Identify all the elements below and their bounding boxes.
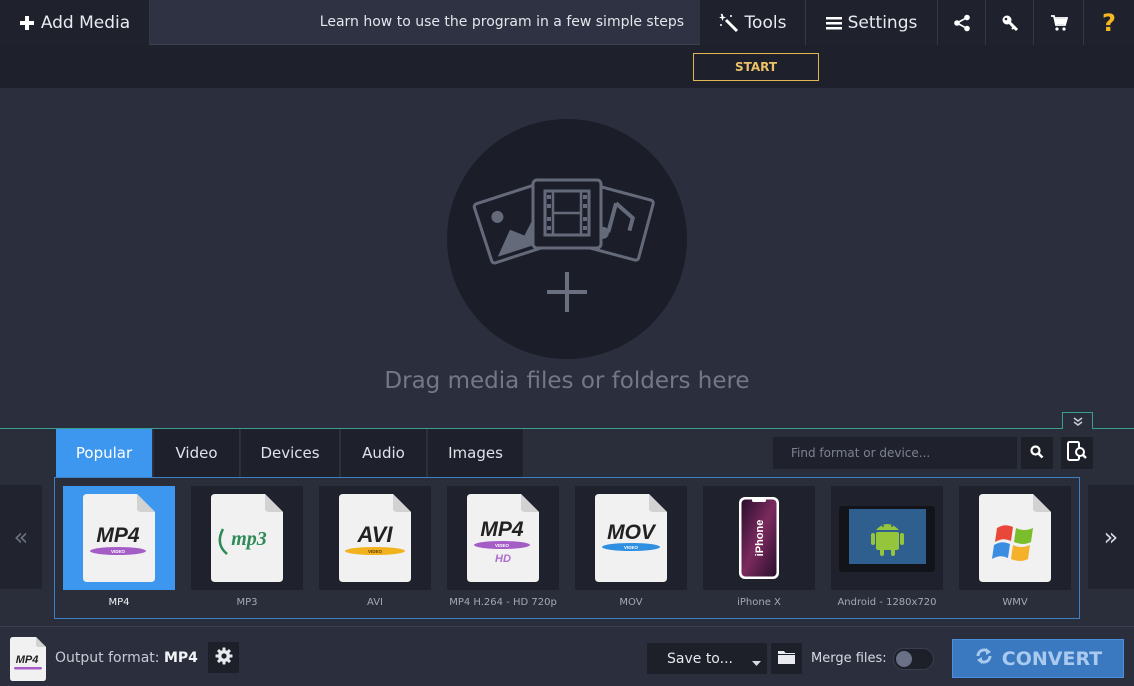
start-tutorial-button[interactable]: START xyxy=(693,53,819,81)
output-format-icon[interactable]: MP4 xyxy=(10,637,46,681)
iphone-icon: iPhone xyxy=(739,497,779,579)
output-format-label: Output format: MP4 xyxy=(55,650,198,666)
svg-text:MP4: MP4 xyxy=(16,654,39,666)
detect-device-button[interactable] xyxy=(1061,437,1093,469)
activation-key-button[interactable] xyxy=(986,0,1034,45)
android-tablet-icon xyxy=(839,506,935,572)
learn-text: Learn how to use the program in a few si… xyxy=(319,14,684,30)
output-format-caption: Output format: xyxy=(55,650,160,666)
add-media-drop-circle[interactable] xyxy=(447,119,687,359)
drop-hint-text: Drag media files or folders here xyxy=(384,368,750,394)
cart-icon xyxy=(1050,14,1068,32)
collapse-panel-button[interactable] xyxy=(1062,412,1093,429)
tab-audio[interactable]: Audio xyxy=(341,429,427,477)
plus-icon xyxy=(547,272,587,312)
preset-tile-avi[interactable]: AVI VIDEO xyxy=(319,486,431,590)
preset-label: MOV xyxy=(619,597,643,608)
refresh-icon xyxy=(974,646,1002,671)
save-to-label: Save to... xyxy=(667,650,733,667)
folder-icon xyxy=(778,649,795,668)
output-format-value: MP4 xyxy=(163,650,198,666)
double-chevron-down-icon xyxy=(1073,412,1083,431)
preset-tile-iphone-x[interactable]: iPhone xyxy=(703,486,815,590)
convert-label: CONVERT xyxy=(1001,647,1103,670)
preset-tile-mov[interactable]: MOV VIDEO xyxy=(575,486,687,590)
tab-video[interactable]: Video xyxy=(154,429,240,477)
film-icon xyxy=(531,178,603,250)
search-button[interactable] xyxy=(1021,437,1053,469)
output-settings-button[interactable] xyxy=(208,642,239,673)
preset-label: MP4 xyxy=(108,597,130,608)
svg-text:iPhone: iPhone xyxy=(754,520,766,557)
preset-label: WMV xyxy=(1002,597,1028,608)
gear-icon xyxy=(215,647,233,669)
preset-tile-wmv[interactable] xyxy=(959,486,1071,590)
preset-label: AVI xyxy=(367,597,383,608)
svg-text:VIDEO: VIDEO xyxy=(368,549,383,554)
preset-label: iPhone X xyxy=(737,597,781,608)
merge-files-toggle[interactable] xyxy=(893,648,934,670)
preset-tile-mp4[interactable]: MP4 VIDEO xyxy=(63,486,175,590)
tools-label: Tools xyxy=(744,12,787,33)
key-icon xyxy=(1001,14,1019,32)
search-icon xyxy=(1030,444,1044,463)
share-icon xyxy=(953,14,971,32)
settings-label: Settings xyxy=(847,12,918,33)
mp3-file-icon: mp3 xyxy=(211,494,283,582)
help-button[interactable]: ? xyxy=(1084,0,1134,45)
cart-button[interactable] xyxy=(1034,0,1084,45)
svg-text:MP4: MP4 xyxy=(480,518,524,541)
svg-text:AVI: AVI xyxy=(356,522,393,547)
toggle-knob xyxy=(896,651,912,667)
tab-popular[interactable]: Popular xyxy=(56,429,153,477)
tab-devices[interactable]: Devices xyxy=(241,429,340,477)
tools-button[interactable]: Tools xyxy=(700,0,806,45)
svg-text:MP4: MP4 xyxy=(96,524,140,547)
avi-file-icon: AVI VIDEO xyxy=(339,494,411,582)
share-button[interactable] xyxy=(938,0,986,45)
preset-label: MP3 xyxy=(236,597,258,608)
preset-label: Android - 1280x720 xyxy=(837,597,937,608)
save-to-dropdown[interactable]: Save to... xyxy=(647,643,767,674)
merge-files-label: Merge files: xyxy=(811,651,887,666)
help-icon: ? xyxy=(1102,8,1116,37)
preset-tile-mp4-hd[interactable]: MP4 VIDEO HD xyxy=(447,486,559,590)
device-search-icon xyxy=(1066,440,1088,466)
svg-text:VIDEO: VIDEO xyxy=(111,549,126,554)
preset-tile-mp3[interactable]: mp3 xyxy=(191,486,303,590)
svg-text:VIDEO: VIDEO xyxy=(495,543,510,548)
mov-file-icon: MOV VIDEO xyxy=(595,494,667,582)
magic-wand-icon xyxy=(718,13,739,33)
mp4-hd-file-icon: MP4 VIDEO HD xyxy=(467,494,539,582)
preset-label: MP4 H.264 - HD 720p xyxy=(449,597,557,608)
convert-button[interactable]: CONVERT xyxy=(952,639,1124,678)
learn-bar xyxy=(0,45,1134,88)
tab-images[interactable]: Images xyxy=(428,429,524,477)
svg-text:mp3: mp3 xyxy=(231,528,267,550)
svg-text:VIDEO: VIDEO xyxy=(624,545,639,550)
hamburger-menu-icon xyxy=(825,15,842,31)
wmv-file-icon xyxy=(979,494,1051,582)
settings-button[interactable]: Settings xyxy=(806,0,938,45)
caret-down-icon xyxy=(752,655,761,671)
presets-next-button[interactable]: » xyxy=(1088,485,1134,589)
presets-prev-button[interactable]: « xyxy=(0,485,42,589)
svg-text:MOV: MOV xyxy=(607,521,657,544)
browse-folder-button[interactable] xyxy=(771,643,802,674)
svg-text:HD: HD xyxy=(495,553,511,565)
format-search-input[interactable] xyxy=(773,437,1017,469)
mp4-file-icon: MP4 VIDEO xyxy=(83,494,155,582)
preset-tile-android[interactable] xyxy=(831,486,943,590)
